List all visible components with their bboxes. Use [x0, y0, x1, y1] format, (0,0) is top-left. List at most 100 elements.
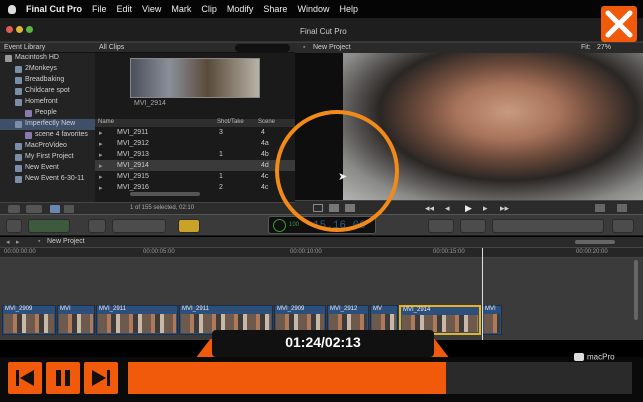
fullscreen-icon[interactable] — [595, 204, 605, 212]
minimize-window-button[interactable] — [16, 26, 23, 33]
show-hide-library-button[interactable] — [8, 205, 20, 213]
import-button[interactable] — [28, 219, 70, 233]
menu-window[interactable]: Window — [297, 4, 329, 14]
zoom-dropdown[interactable]: 27% — [597, 44, 611, 51]
tree-item-new-event[interactable]: New Event — [0, 163, 95, 174]
tree-item-new-event-6-30-11[interactable]: New Event 6-30-11 — [0, 174, 95, 185]
ruler-tick: 00:00:10:00 — [290, 249, 322, 255]
previous-edit-icon[interactable]: ◂ — [445, 203, 450, 214]
next-edit-icon[interactable]: ▸ — [483, 203, 488, 214]
close-window-button[interactable] — [6, 26, 13, 33]
event-tree: Macintosh HD 2Monkeys Breadbaking Childc… — [0, 53, 95, 202]
tree-item-homefront[interactable]: Homefront — [0, 97, 95, 108]
disclosure-triangle-icon[interactable]: ▸ — [99, 151, 103, 159]
table-row[interactable]: ▸ MVI_2913 1 4b — [95, 149, 295, 160]
timeline-clip[interactable]: MVI_2911 — [96, 305, 178, 335]
action-gear-icon[interactable] — [26, 205, 42, 213]
ruler-tick: 00:00:20:00 — [576, 249, 608, 255]
timeline-clip[interactable]: MVI_2909 — [2, 305, 56, 335]
menu-mark[interactable]: Mark — [171, 4, 191, 14]
tree-item-2monkeys[interactable]: 2Monkeys — [0, 64, 95, 75]
table-row[interactable]: ▸ MVI_2912 4a — [95, 138, 295, 149]
next-frame-icon[interactable]: ▸▸ — [500, 203, 509, 214]
viewer-swap-icon[interactable] — [617, 204, 627, 212]
menu-bar: Final Cut Pro File Edit View Mark Clip M… — [0, 0, 643, 18]
zoom-slider[interactable] — [575, 240, 615, 244]
clip-filter-dropdown[interactable]: All Clips — [99, 44, 124, 51]
playhead[interactable] — [482, 248, 483, 340]
table-row[interactable]: ▸ MVI_2911 3 4 — [95, 127, 295, 138]
menu-view[interactable]: View — [142, 4, 161, 14]
timeline-clip[interactable]: MVI — [57, 305, 95, 335]
window-title: Final Cut Pro — [300, 27, 347, 36]
timeline-clip[interactable]: MVI — [482, 305, 502, 335]
play-icon[interactable]: ▶ — [465, 203, 472, 214]
keyword-icon[interactable] — [88, 219, 106, 233]
zoom-window-button[interactable] — [26, 26, 33, 33]
tree-item-scene-4-favorites[interactable]: scene 4 favorites — [0, 130, 95, 141]
pause-icon[interactable] — [46, 362, 80, 394]
drive-icon — [5, 55, 12, 62]
back-icon[interactable]: ◂ — [6, 238, 10, 246]
filmstrip-view-button[interactable] — [50, 205, 60, 213]
disclosure-triangle-icon[interactable]: ▸ — [99, 129, 103, 137]
clip-filmstrip — [98, 314, 176, 333]
browser-buttons[interactable] — [492, 219, 604, 233]
event-library-footer: 1 of 155 selected, 02:10 — [0, 202, 295, 214]
column-scene-header[interactable]: Scene — [258, 119, 275, 125]
forward-icon[interactable]: ▸ — [16, 238, 20, 246]
ruler-tick: 00:00:05:00 — [143, 249, 175, 255]
browser-scrollbar[interactable] — [130, 192, 200, 196]
disclosure-triangle-icon[interactable]: ▸ — [99, 173, 103, 181]
list-view-button[interactable] — [64, 205, 74, 213]
tree-item-my-first-project[interactable]: My First Project — [0, 152, 95, 163]
retime-button[interactable] — [460, 219, 486, 233]
inspector-icon[interactable] — [612, 219, 634, 233]
menu-edit[interactable]: Edit — [117, 4, 133, 14]
menu-file[interactable]: File — [92, 4, 107, 14]
disclosure-triangle-icon[interactable]: ▸ — [99, 162, 103, 170]
timeline-scrollbar[interactable] — [634, 260, 638, 320]
tree-item-breadbaking[interactable]: Breadbaking — [0, 75, 95, 86]
selection-status: 1 of 155 selected, 02:10 — [130, 205, 195, 211]
event-icon — [15, 99, 22, 106]
table-row[interactable]: ▸ MVI_2914 4d — [95, 160, 295, 171]
tree-item-macprovideo[interactable]: MacProVideo — [0, 141, 95, 152]
timeline-project-title: New Project — [47, 238, 85, 245]
tree-item-childcare-spot[interactable]: Childcare spot — [0, 86, 95, 97]
app-menu[interactable]: Final Cut Pro — [26, 4, 82, 14]
disclosure-triangle-icon[interactable]: ▸ — [99, 140, 103, 148]
apple-menu-icon[interactable] — [8, 4, 16, 14]
table-row[interactable]: ▸ MVI_2916 2 4c — [95, 182, 295, 191]
timeline-ruler[interactable]: 00:00:00:00 00:00:05:00 00:00:10:00 00:0… — [0, 248, 643, 258]
fit-label: Fit: — [581, 44, 591, 51]
activity-icon[interactable] — [273, 219, 286, 232]
tool-selector-button[interactable] — [428, 219, 454, 233]
library-search-input[interactable] — [235, 44, 290, 52]
tree-item-macintosh-hd[interactable]: Macintosh HD — [0, 53, 95, 64]
timecode-sub: 100 — [289, 222, 300, 228]
column-shot-header[interactable]: Shot/Take — [217, 119, 244, 125]
event-icon — [15, 176, 22, 183]
skip-forward-icon[interactable] — [84, 362, 118, 394]
previous-frame-icon[interactable]: ◂◂ — [425, 203, 434, 214]
menu-share[interactable]: Share — [263, 4, 287, 14]
highlight-circle — [275, 110, 399, 232]
playback-time: 01:24/02:13 — [285, 334, 361, 350]
table-row[interactable]: ▸ MVI_2915 1 4c — [95, 171, 295, 182]
menu-help[interactable]: Help — [339, 4, 358, 14]
record-voiceover-icon[interactable] — [6, 219, 22, 233]
close-icon[interactable] — [601, 6, 637, 42]
disclosure-triangle-icon[interactable]: ▸ — [99, 184, 103, 191]
viewer-project-title: New Project — [313, 44, 351, 51]
column-name-header[interactable]: Name — [98, 119, 114, 125]
timeline-header: ◂ ▸ ▪ New Project — [0, 237, 643, 248]
menu-clip[interactable]: Clip — [201, 4, 217, 14]
skip-back-icon[interactable] — [8, 362, 42, 394]
edit-modes-button[interactable] — [112, 219, 166, 233]
append-clip-button[interactable] — [178, 219, 200, 233]
clip-filmstrip-thumbnail[interactable] — [130, 58, 260, 98]
tree-item-people[interactable]: People — [0, 108, 95, 119]
tree-item-imperfectly-new[interactable]: Imperfectly New — [0, 119, 95, 130]
menu-modify[interactable]: Modify — [227, 4, 254, 14]
